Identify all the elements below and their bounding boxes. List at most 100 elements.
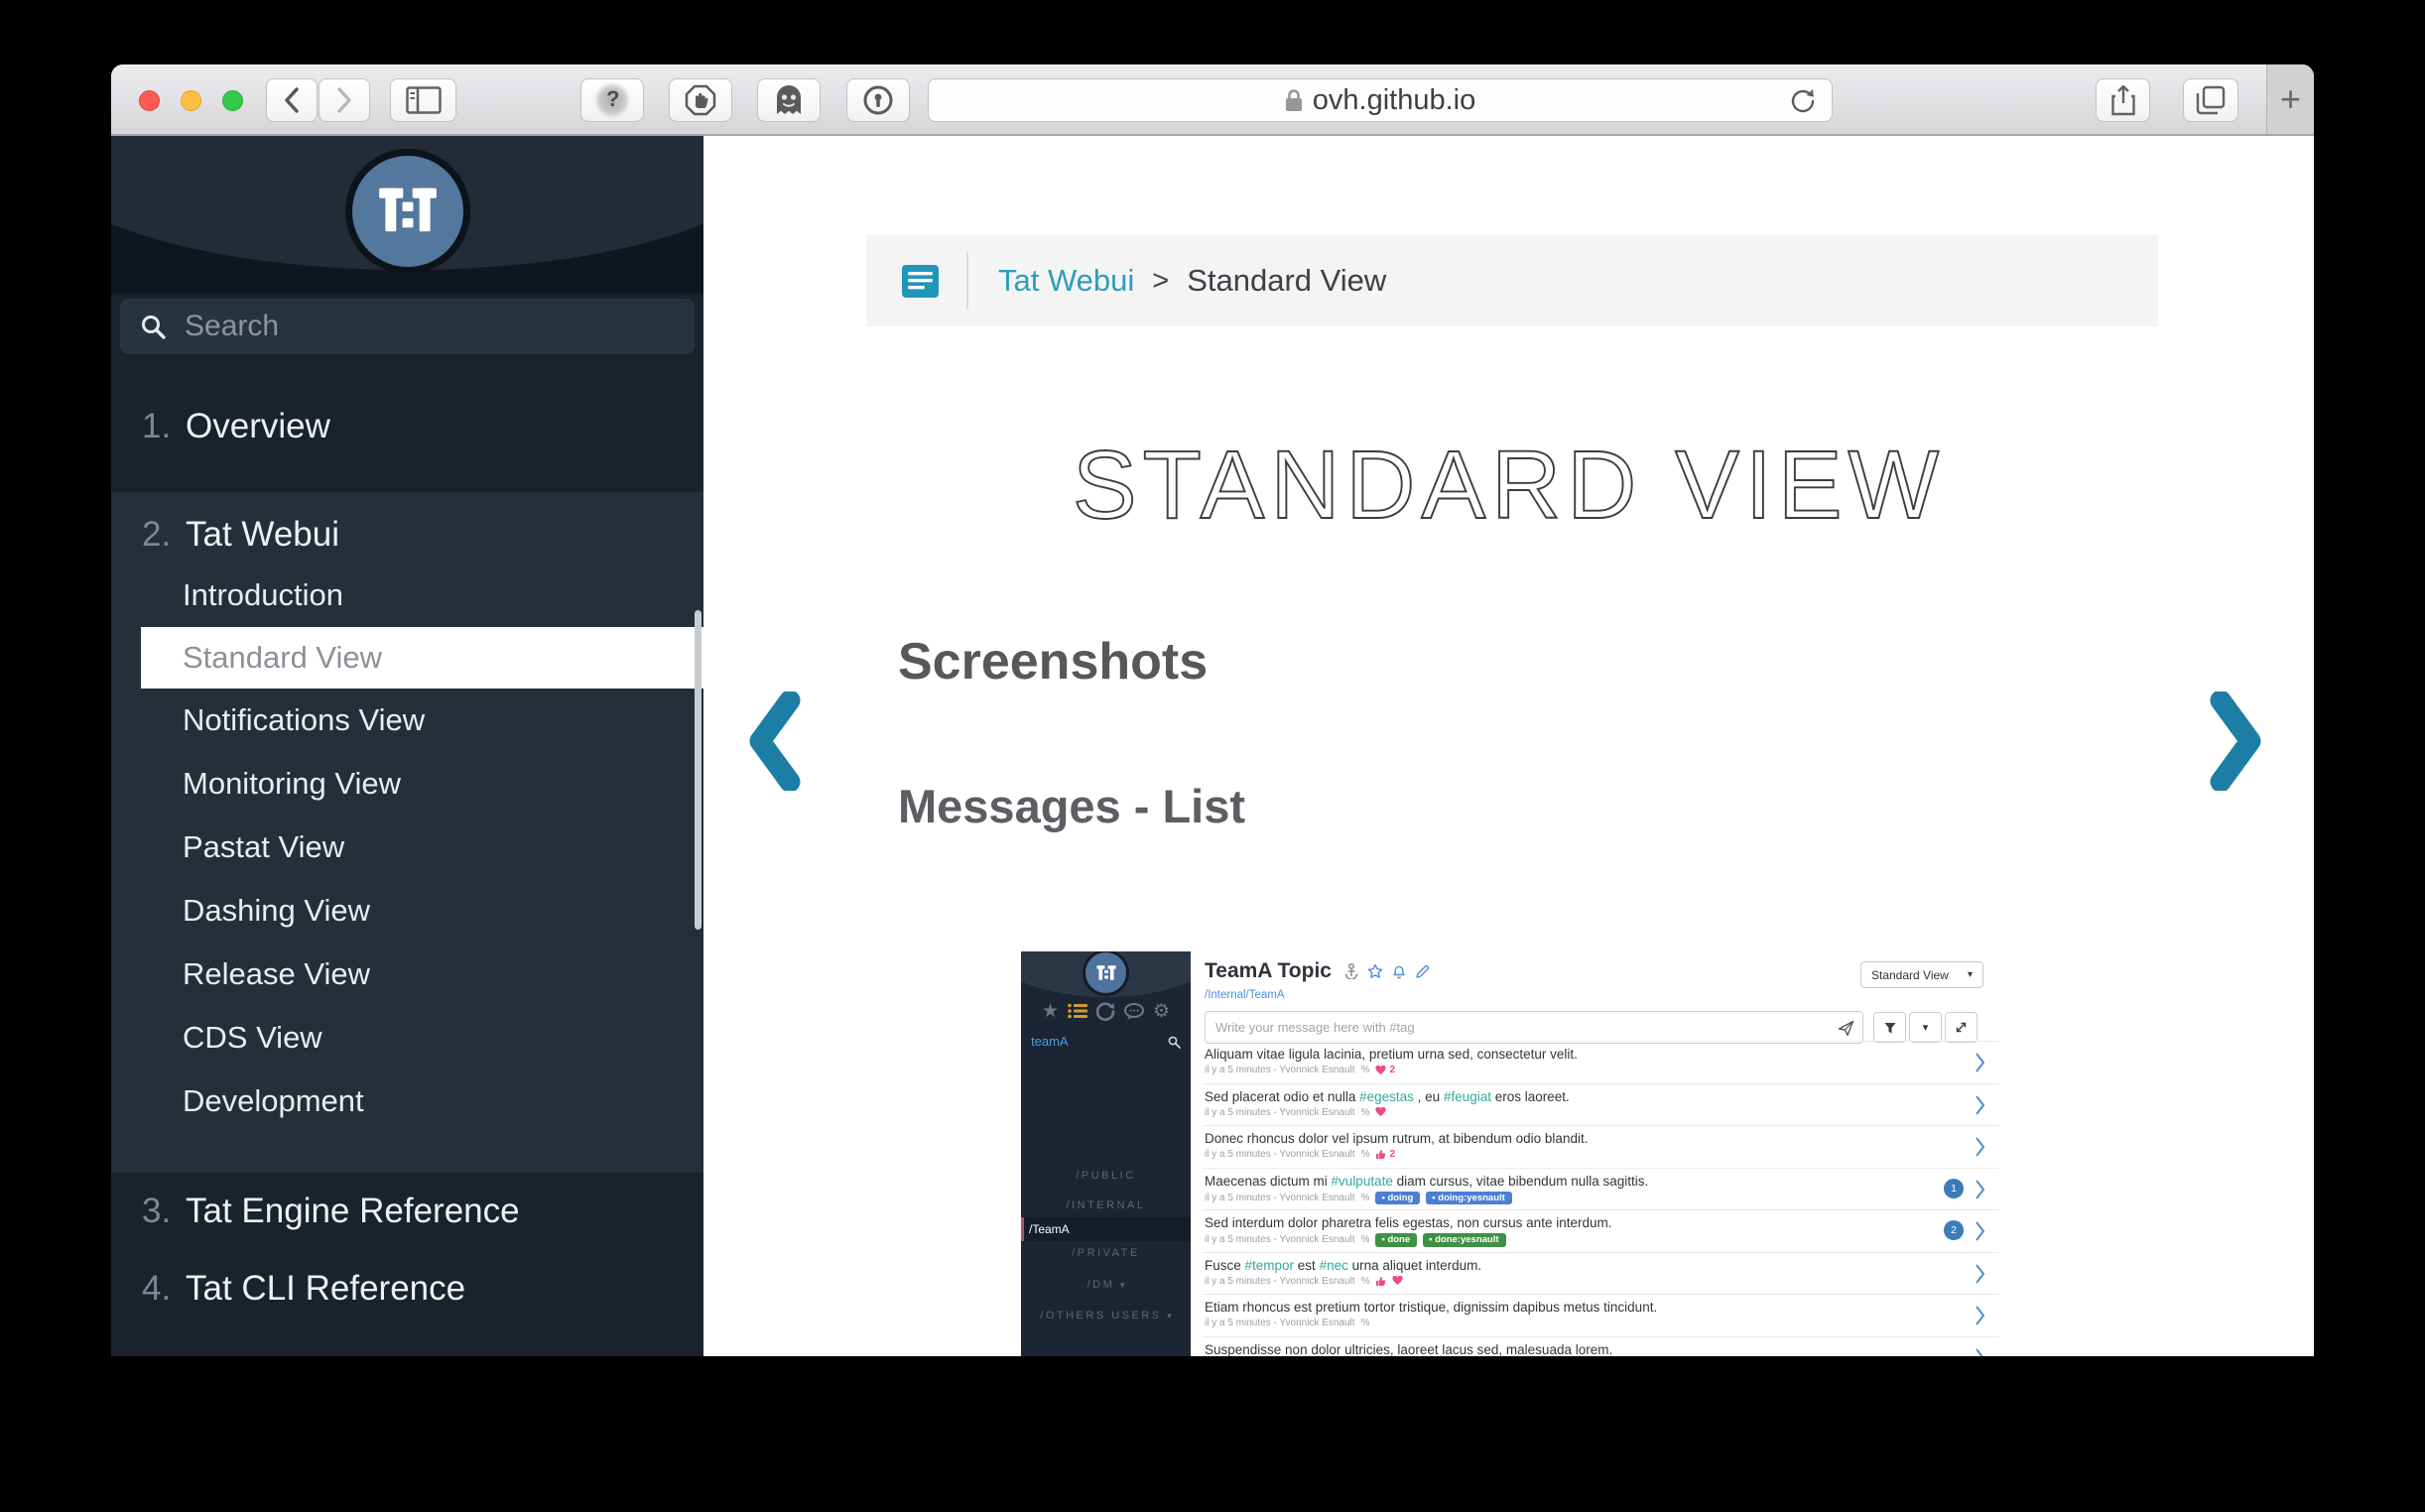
thumbs-up-icon — [1375, 1149, 1386, 1160]
tat-logo-icon — [369, 173, 447, 250]
search-input[interactable] — [183, 309, 630, 344]
open-message-chevron — [1975, 1052, 1985, 1078]
extension-button-2[interactable] — [669, 78, 732, 122]
close-window-button[interactable] — [139, 90, 160, 111]
sidebar-item-release-view[interactable]: Release View — [111, 943, 703, 1006]
caret-down-icon: ▾ — [1167, 1311, 1172, 1321]
expand-arrows-icon — [1955, 1021, 1968, 1034]
tab-overview-button[interactable] — [2183, 78, 2238, 122]
sidebar-item-notifications-view[interactable]: Notifications View — [111, 689, 703, 752]
next-page-button[interactable] — [2208, 692, 2263, 796]
sidebar-item-introduction[interactable]: Introduction — [111, 564, 703, 627]
embed-view-selector: Standard View ▾ — [1860, 961, 1983, 988]
section-number: 1. — [142, 407, 186, 446]
sidebar-section-references: 3. Tat Engine Reference 4. Tat CLI Refer… — [111, 1173, 703, 1327]
label-pill: • done:yesnault — [1423, 1233, 1505, 1247]
open-message-chevron — [1975, 1179, 1985, 1205]
sidebar-item-dashing-view[interactable]: Dashing View — [111, 879, 703, 943]
plus-icon: + — [2280, 78, 2301, 120]
message-meta: il y a 5 minutes - Yvonnick Esnault% 2 — [1205, 1065, 1960, 1075]
funnel-icon — [1884, 1022, 1896, 1034]
tat-webui-screenshot-image[interactable]: ★ — [1021, 951, 1999, 1356]
sidebar-search[interactable] — [120, 299, 695, 354]
pencil-icon — [1415, 964, 1430, 979]
embed-message-composer — [1205, 1011, 1863, 1044]
message-row: Etiam rhoncus est pretium tortor tristiq… — [1203, 1294, 1999, 1336]
sidebar-item-tat-engine-reference[interactable]: 3. Tat Engine Reference — [111, 1173, 703, 1250]
embed-tat-logo — [1083, 951, 1129, 996]
sidebar-panel-icon — [406, 86, 442, 114]
reload-icon — [1788, 86, 1818, 116]
sidebar-section-webui: 2. Tat Webui Introduction Standard View … — [111, 492, 703, 1173]
tree-node-dm: /DM ▾ — [1021, 1279, 1191, 1291]
chevron-right-icon — [334, 85, 354, 115]
screenshot-stage: ? — [0, 0, 2425, 1512]
refresh-button[interactable] — [1788, 86, 1818, 124]
embed-topic-path: /Internal/TeamA — [1205, 989, 1285, 1001]
tat-logo[interactable] — [345, 149, 470, 274]
sidebar-item-monitoring-view[interactable]: Monitoring View — [111, 752, 703, 816]
message-meta: il y a 5 minutes - Yvonnick Esnault% • d… — [1205, 1192, 1960, 1205]
section-number: 2. — [142, 515, 186, 555]
sidebar-item-standard-view[interactable]: Standard View — [141, 627, 703, 689]
embed-composer-input — [1206, 1019, 1796, 1036]
tree-node-public: /PUBLIC — [1021, 1170, 1191, 1182]
message-row: Sed placerat odio et nulla #egestas , eu… — [1203, 1083, 1999, 1126]
breadcrumb-current: Standard View — [1187, 263, 1386, 299]
share-button[interactable] — [2096, 78, 2150, 122]
hand-block-icon — [685, 84, 716, 116]
section-label: Tat Engine Reference — [186, 1192, 520, 1231]
sidebar-toggle-button[interactable] — [390, 78, 456, 122]
reply-count-badge: 1 — [1944, 1179, 1964, 1198]
sidebar-item-tat-cli-reference[interactable]: 4. Tat CLI Reference — [111, 1250, 703, 1327]
link-icon: % — [1361, 1107, 1370, 1118]
forward-button[interactable] — [319, 78, 370, 122]
minimize-window-button[interactable] — [181, 90, 201, 111]
extension-button-1[interactable]: ? — [580, 78, 644, 122]
extension-button-3[interactable] — [757, 78, 821, 122]
main-content: Tat Webui > Standard View STANDARD VIEW … — [703, 136, 2314, 1356]
sidebar-item-development[interactable]: Development — [111, 1070, 703, 1133]
sidebar-item-overview[interactable]: 1. Overview — [111, 360, 703, 492]
link-icon: % — [1361, 1234, 1370, 1245]
message-text: Suspendisse non dolor ultricies, laoreet… — [1205, 1342, 1960, 1357]
open-message-chevron — [1975, 1220, 1985, 1247]
back-button[interactable] — [266, 78, 318, 122]
label-pill: • doing — [1375, 1192, 1420, 1205]
address-bar[interactable]: ovh.github.io — [928, 78, 1833, 122]
sidebar-item-pastat-view[interactable]: Pastat View — [111, 816, 703, 879]
message-meta: il y a 5 minutes - Yvonnick Esnault% — [1205, 1318, 1960, 1328]
message-row: Suspendisse non dolor ultricies, laoreet… — [1203, 1336, 1999, 1357]
embed-message-list: Aliquam vitae ligula lacinia, pretium ur… — [1203, 1041, 1999, 1356]
extension-button-4[interactable] — [846, 78, 910, 122]
message-meta: il y a 5 minutes - Yvonnick Esnault% — [1205, 1276, 1960, 1287]
embed-composer-buttons: ▾ — [1873, 1012, 1978, 1043]
messages-list-heading: Messages - List — [898, 779, 1245, 833]
browser-toolbar: ? — [111, 64, 2314, 136]
breadcrumb-link-tat-webui[interactable]: Tat Webui — [998, 263, 1134, 299]
message-meta: il y a 5 minutes - Yvonnick Esnault% — [1205, 1107, 1960, 1118]
caret-down-icon: ▾ — [1120, 1280, 1125, 1290]
chevron-right-icon — [2208, 692, 2263, 791]
hashtag: #egestas — [1359, 1089, 1414, 1104]
breadcrumb: Tat Webui > Standard View — [866, 235, 2158, 326]
embed-main: TeamA Topic — [1191, 951, 1999, 1356]
url-text: ovh.github.io — [1313, 84, 1475, 117]
hashtag: #tempor — [1245, 1258, 1295, 1273]
sidebar-logo-header — [111, 136, 703, 294]
previous-page-button[interactable] — [747, 692, 803, 796]
open-message-chevron — [1975, 1136, 1985, 1163]
section-label: Tat Webui — [186, 515, 339, 555]
anchor-icon — [1344, 963, 1358, 979]
send-plane-icon — [1838, 1020, 1854, 1037]
sidebar-item-cds-view[interactable]: CDS View — [111, 1006, 703, 1070]
section-label: Tat CLI Reference — [186, 1269, 465, 1309]
sidebar-item-tat-webui[interactable]: 2. Tat Webui — [111, 506, 703, 564]
message-text: Maecenas dictum mi #vulputate diam cursu… — [1205, 1174, 1960, 1189]
new-tab-button[interactable]: + — [2266, 64, 2314, 134]
fuzzy-question-icon: ? — [595, 83, 629, 117]
sidebar-scrollbar[interactable] — [695, 610, 702, 930]
settings-gears-icon: ⚙ — [1153, 1002, 1170, 1021]
zoom-window-button[interactable] — [222, 90, 243, 111]
message-text: Etiam rhoncus est pretium tortor tristiq… — [1205, 1300, 1960, 1315]
